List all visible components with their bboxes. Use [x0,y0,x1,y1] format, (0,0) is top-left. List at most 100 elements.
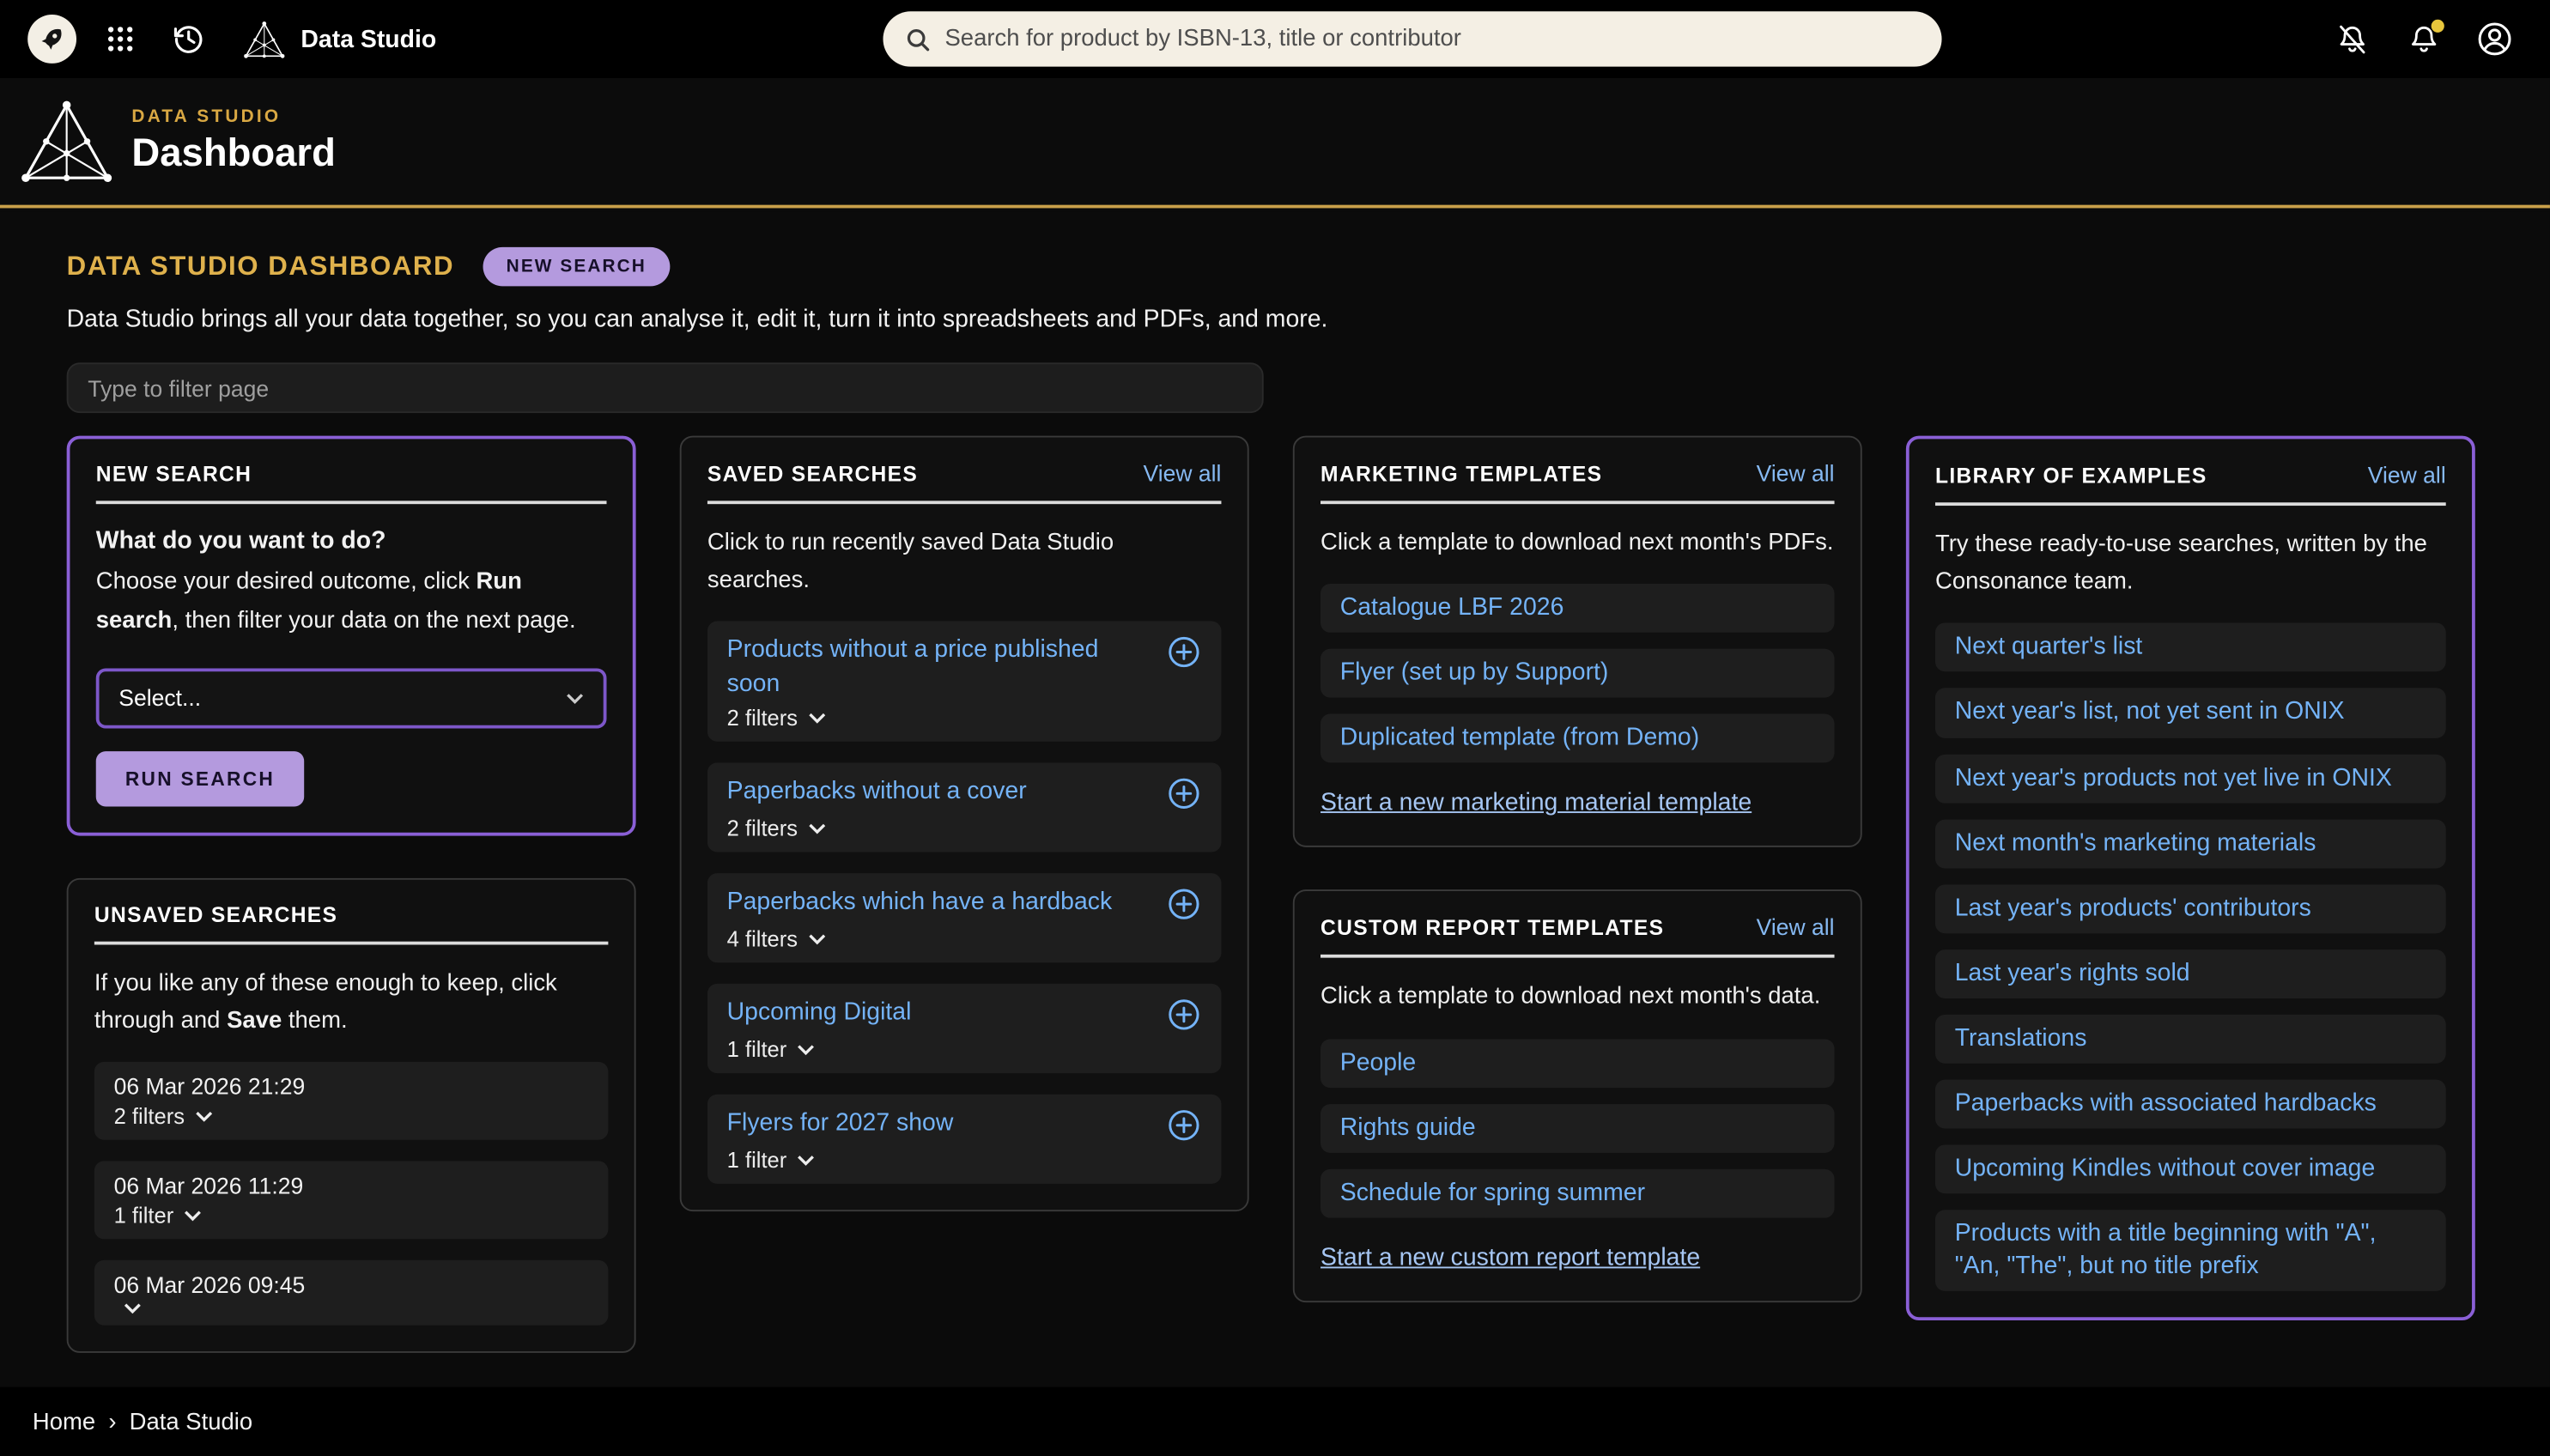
saved-searches-list: Products without a price published soon … [707,622,1222,1184]
notifications-muted-button[interactable] [2322,9,2381,68]
saved-search-item[interactable]: Products without a price published soon … [707,622,1222,742]
marketing-templates-card: MARKETING TEMPLATES View all Click a tem… [1293,436,1862,848]
apps-grid-icon [104,23,137,56]
plus-circle-icon[interactable] [1166,998,1202,1034]
marketing-templates-intro: Click a template to download next month'… [1321,525,1835,563]
saved-search-link[interactable]: Upcoming Digital [727,996,912,1030]
library-item[interactable]: Upcoming Kindles without cover image [1935,1145,2446,1194]
app-logo [21,100,112,184]
template-item[interactable]: Duplicated template (from Demo) [1321,714,1835,763]
saved-search-item[interactable]: Paperbacks without a cover 2 filters [707,763,1222,852]
unsaved-search-item[interactable]: 06 Mar 2026 21:29 2 filters [94,1062,609,1140]
unsaved-search-date: 06 Mar 2026 21:29 [114,1074,589,1100]
library-item[interactable]: Paperbacks with associated hardbacks [1935,1080,2446,1129]
brand[interactable]: Data Studio [244,21,436,58]
custom-report-templates-list: People Rights guide Schedule for spring … [1321,1039,1835,1218]
filters-toggle[interactable]: 1 filter [727,1038,1202,1062]
global-search[interactable] [883,11,1941,66]
saved-search-link[interactable]: Flyers for 2027 show [727,1107,954,1141]
new-search-question: What do you want to do? [96,527,607,555]
chevron-down-icon [807,713,825,724]
filters-count: 2 filters [727,817,798,841]
saved-view-all-link[interactable]: View all [1144,460,1222,486]
apps-grid-button[interactable] [91,9,149,68]
account-button[interactable] [2465,9,2523,68]
search-input[interactable] [944,26,1920,52]
plus-circle-icon[interactable] [1166,887,1202,923]
saved-search-item[interactable]: Paperbacks which have a hardback 4 filte… [707,874,1222,963]
library-intro: Try these ready-to-use searches, written… [1935,527,2446,603]
filters-toggle[interactable]: 1 filter [114,1204,589,1228]
filters-toggle[interactable]: 2 filters [727,817,1202,841]
brand-logo [244,21,284,58]
template-item[interactable]: Catalogue LBF 2026 [1321,584,1835,633]
library-item[interactable]: Next year's list, not yet sent in ONIX [1935,689,2446,737]
filters-count: 1 filter [727,1038,787,1062]
library-item[interactable]: Translations [1935,1015,2446,1064]
brand-name: Data Studio [301,25,436,52]
saved-searches-card: SAVED SEARCHES View all Click to run rec… [680,436,1249,1212]
filters-toggle[interactable]: 1 filter [727,1149,1202,1173]
plus-circle-icon[interactable] [1166,1108,1202,1144]
template-item[interactable]: Flyer (set up by Support) [1321,649,1835,698]
saved-search-item[interactable]: Upcoming Digital 1 filter [707,985,1222,1074]
filters-toggle[interactable]: 2 filters [114,1105,589,1129]
custom-reports-view-all-link[interactable]: View all [1757,914,1835,940]
page-filter-input[interactable] [67,362,1264,413]
outcome-select-value: Select... [118,685,201,711]
topbar-actions [2322,0,2524,78]
unsaved-search-date: 06 Mar 2026 11:29 [114,1173,589,1198]
rocket-button[interactable] [23,9,82,68]
chevron-down-icon [566,693,584,704]
template-item[interactable]: Schedule for spring summer [1321,1169,1835,1218]
unsaved-search-item[interactable]: 06 Mar 2026 09:45 [94,1260,609,1326]
chevron-down-icon [807,934,825,945]
dashboard-intro: Data Studio brings all your data togethe… [67,306,2475,333]
library-item[interactable]: Next month's marketing materials [1935,819,2446,868]
filters-toggle[interactable]: 4 filters [727,927,1202,951]
library-view-all-link[interactable]: View all [2368,462,2446,488]
new-marketing-template-link[interactable]: Start a new marketing material template [1321,790,1752,817]
library-item[interactable]: Last year's products' contributors [1935,884,2446,933]
new-custom-report-link[interactable]: Start a new custom report template [1321,1244,1700,1271]
unsaved-searches-list: 06 Mar 2026 21:29 2 filters 06 Mar 2026 … [94,1062,609,1326]
library-item[interactable]: Last year's rights sold [1935,949,2446,998]
saved-search-link[interactable]: Paperbacks which have a hardback [727,885,1113,919]
new-search-card-title: NEW SEARCH [96,462,252,486]
outcome-select[interactable]: Select... [96,668,607,728]
saved-search-item[interactable]: Flyers for 2027 show 1 filter [707,1095,1222,1184]
history-icon [171,21,207,58]
chevron-down-icon [184,1210,202,1222]
breadcrumb-separator: › [108,1409,116,1435]
history-button[interactable] [160,9,218,68]
plus-circle-icon[interactable] [1166,776,1202,812]
unsaved-search-item[interactable]: 06 Mar 2026 11:29 1 filter [94,1162,609,1240]
custom-report-templates-card: CUSTOM REPORT TEMPLATES View all Click a… [1293,890,1862,1302]
new-search-badge[interactable]: NEW SEARCH [483,247,669,286]
rocket-icon [27,15,76,64]
main-content: DATA STUDIO DASHBOARD NEW SEARCH Data St… [0,211,2550,1386]
library-item[interactable]: Next year's products not yet live in ONI… [1935,754,2446,803]
chevron-down-icon [124,1303,142,1314]
filters-toggle[interactable] [114,1303,589,1314]
library-item[interactable]: Next quarter's list [1935,623,2446,672]
saved-search-link[interactable]: Products without a price published soon [727,634,1150,702]
marketing-view-all-link[interactable]: View all [1757,460,1835,486]
run-search-button[interactable]: RUN SEARCH [96,751,304,806]
marketing-templates-title: MARKETING TEMPLATES [1321,462,1602,486]
breadcrumb-home[interactable]: Home [33,1409,95,1435]
plus-circle-icon[interactable] [1166,634,1202,670]
bell-slash-icon [2334,22,2369,57]
top-bar: Data Studio [0,0,2550,78]
breadcrumb: Home › Data Studio [0,1387,2550,1456]
library-item[interactable]: Products with a title beginning with "A"… [1935,1210,2446,1292]
library-title: LIBRARY OF EXAMPLES [1935,464,2207,488]
filters-toggle[interactable]: 2 filters [727,707,1202,731]
saved-search-link[interactable]: Paperbacks without a cover [727,774,1027,809]
search-icon [904,25,932,52]
template-item[interactable]: People [1321,1039,1835,1088]
template-item[interactable]: Rights guide [1321,1104,1835,1153]
app-label: DATA STUDIO [131,106,335,126]
notifications-button[interactable] [2394,9,2452,68]
account-icon [2475,20,2514,58]
